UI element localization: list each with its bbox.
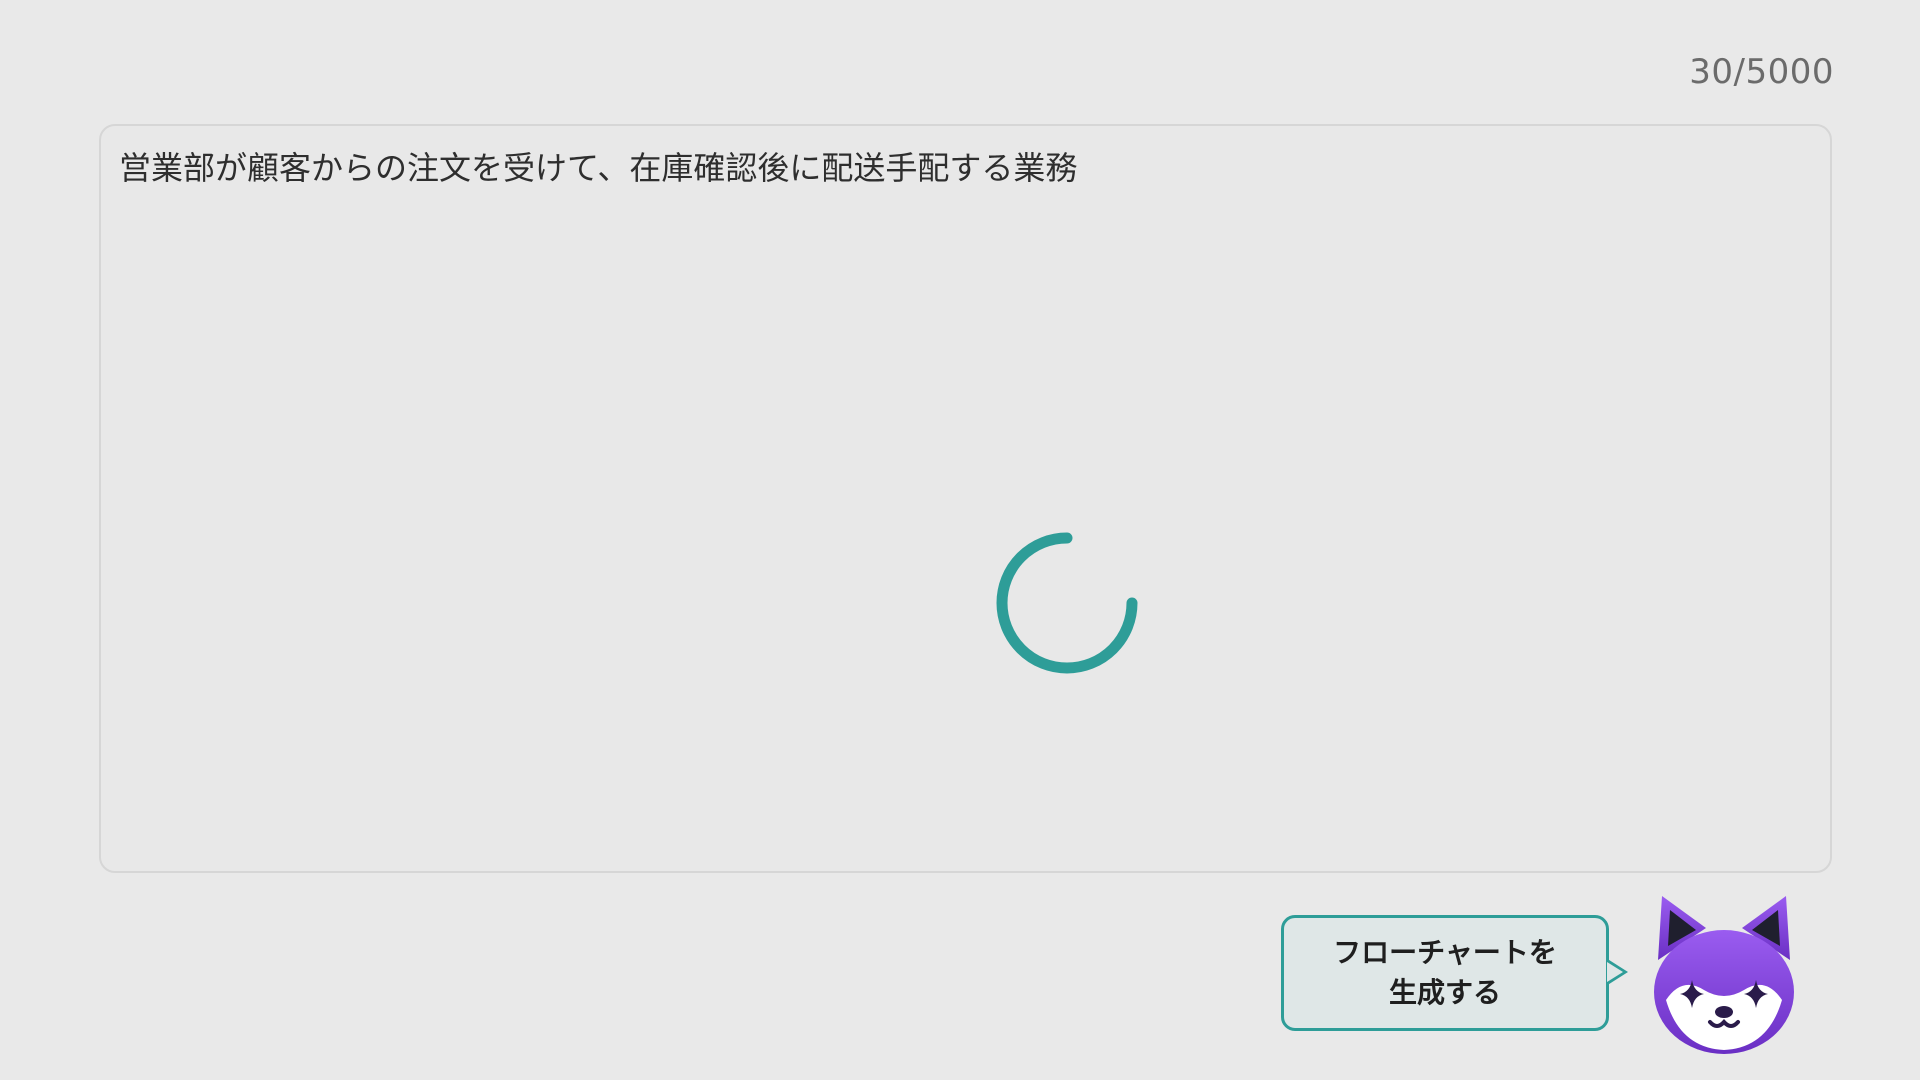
flowchart-generator-page: 30/5000 営業部が顧客からの注文を受けて、在庫確認後に配送手配する業務 フ… [0,0,1920,1080]
generate-flowchart-button[interactable]: フローチャートを 生成する [1281,915,1628,1031]
generate-flowchart-label: フローチャートを 生成する [1333,936,1557,1009]
loading-spinner-icon [996,532,1138,674]
character-counter: 30/5000 [1689,52,1834,92]
speech-bubble-pointer-inner [1607,962,1623,982]
fox-mascot-icon[interactable] [1648,888,1800,1058]
business-description-input[interactable]: 営業部が顧客からの注文を受けて、在庫確認後に配送手配する業務 [99,124,1832,873]
business-description-text[interactable]: 営業部が顧客からの注文を受けて、在庫確認後に配送手配する業務 [119,146,1812,190]
